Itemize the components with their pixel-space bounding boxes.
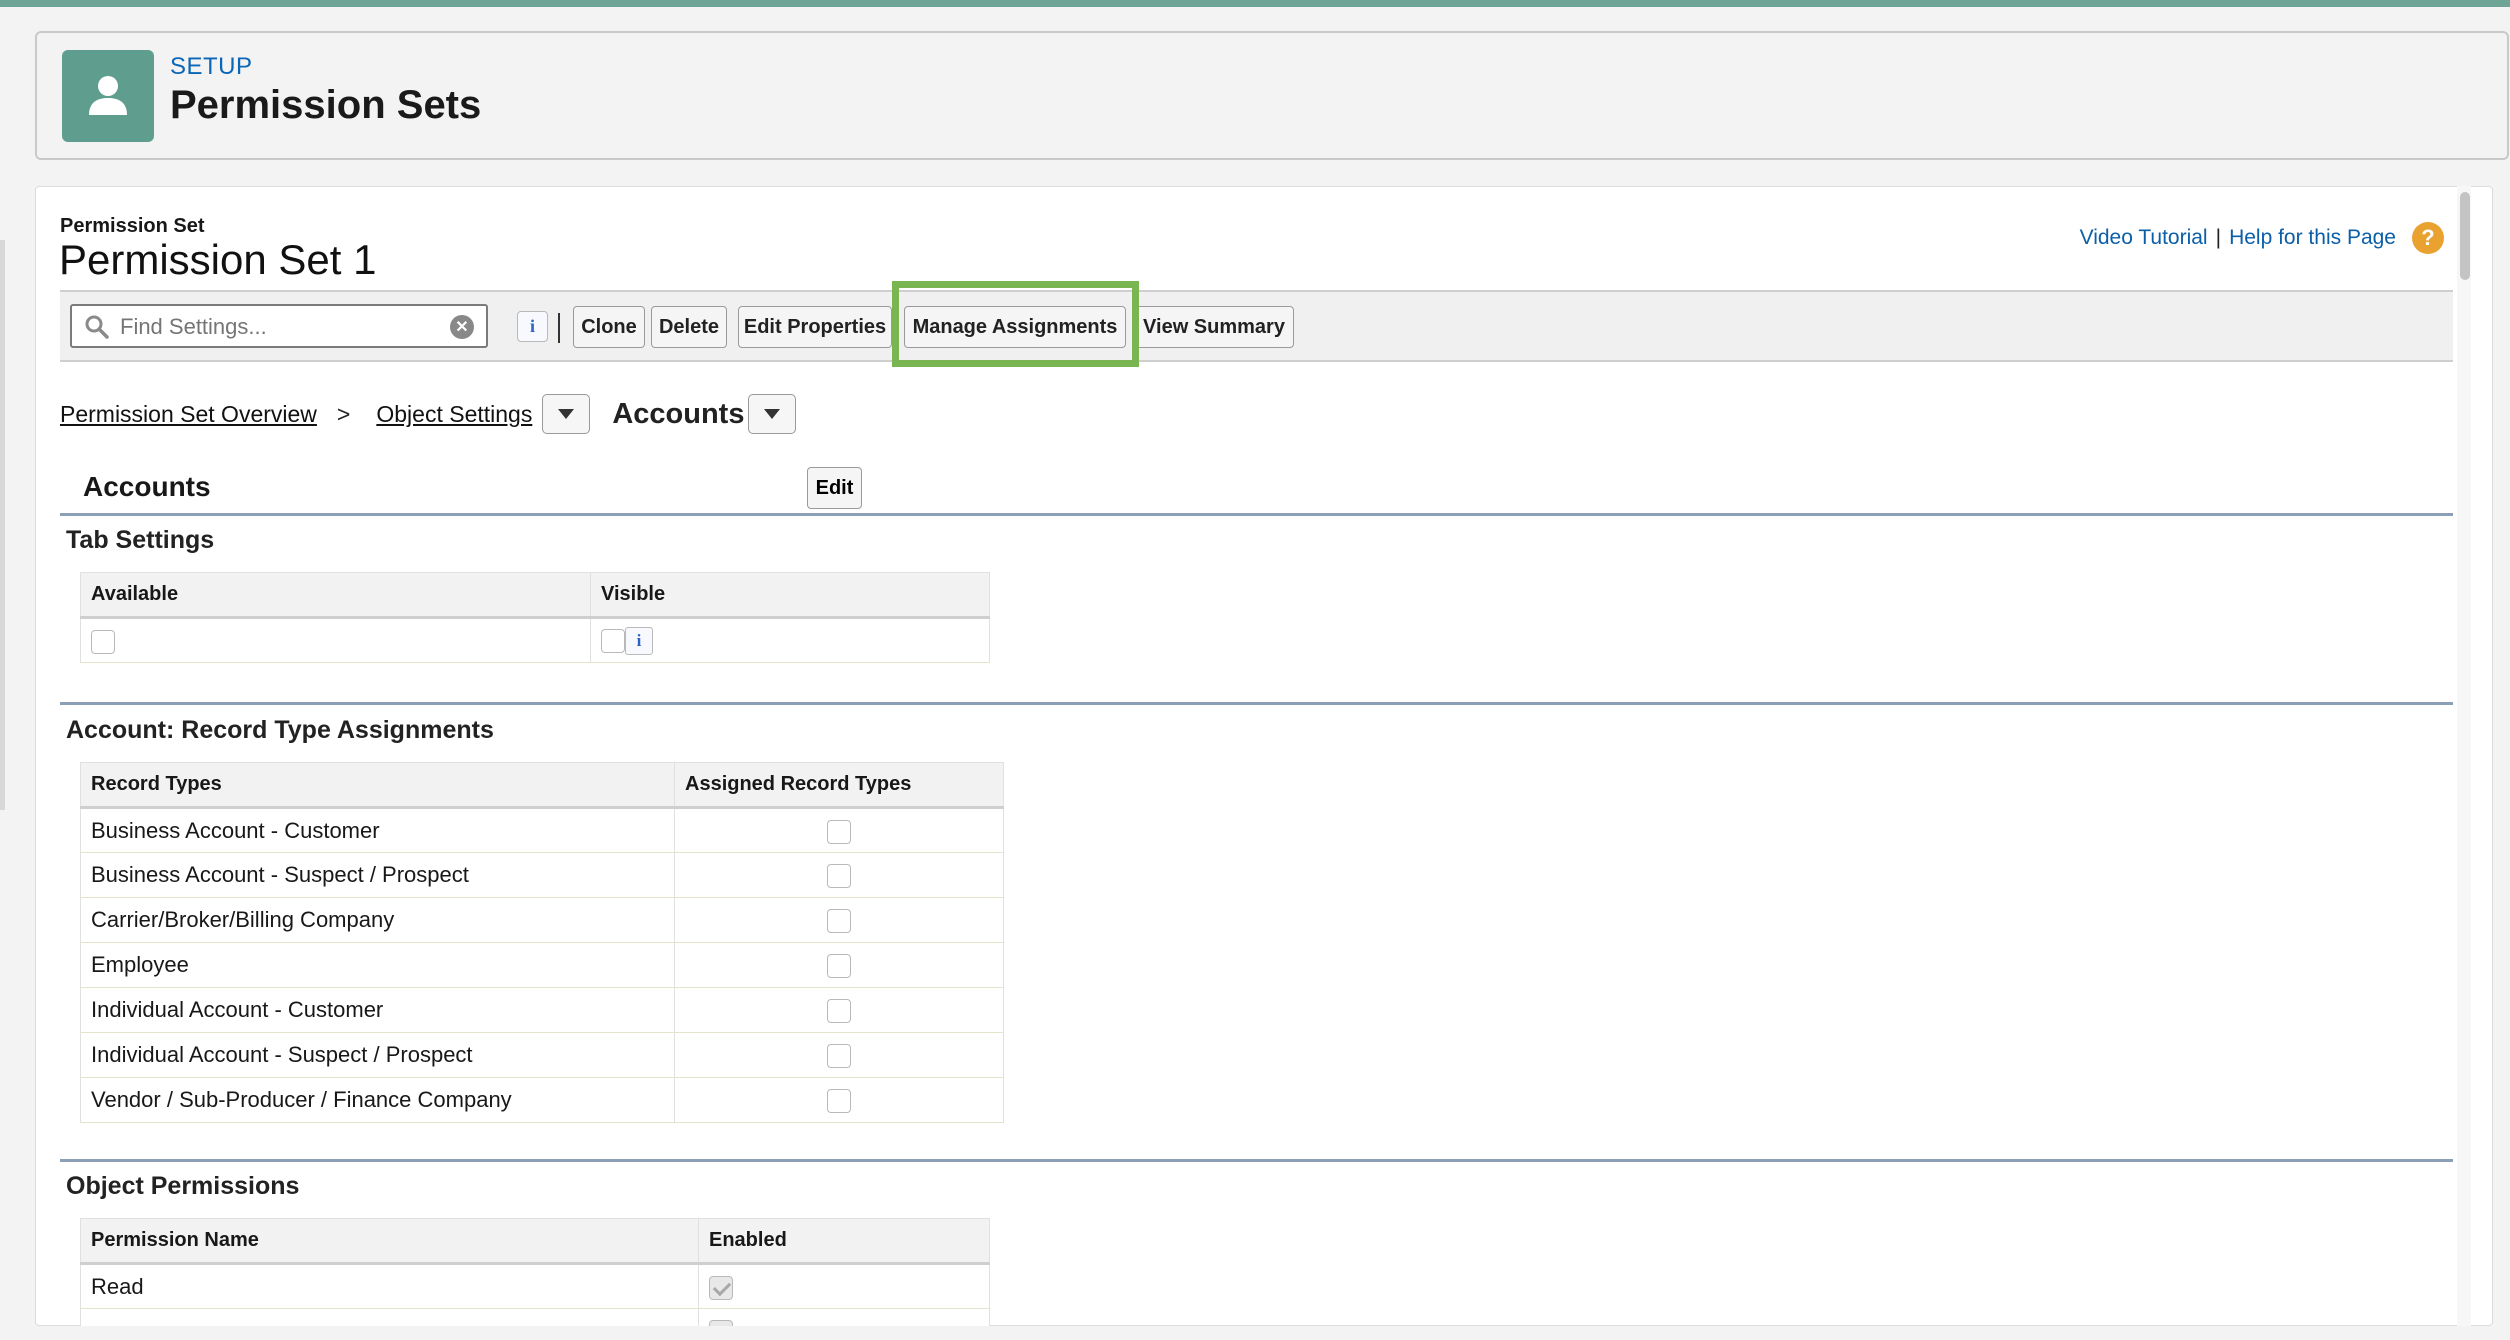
object-permissions-table: Permission Name Enabled Read — [80, 1218, 990, 1340]
table-row: Business Account - Customer — [80, 807, 1004, 853]
help-links: Video Tutorial | Help for this Page ? — [2080, 222, 2444, 254]
breadcrumb-current: Accounts — [612, 397, 745, 430]
chevron-down-icon — [558, 409, 575, 419]
column-header: Permission Name — [80, 1218, 699, 1265]
record-type-name: Employee — [80, 942, 675, 988]
record-type-name: Carrier/Broker/Billing Company — [80, 897, 675, 943]
delete-button[interactable]: Delete — [651, 306, 727, 348]
clear-search-icon[interactable]: ✕ — [450, 315, 474, 339]
table-row: Vendor / Sub-Producer / Finance Company — [80, 1077, 1004, 1123]
record-types-heading: Account: Record Type Assignments — [66, 716, 494, 744]
permission-name: Read — [80, 1263, 699, 1309]
column-header: Visible — [590, 572, 990, 619]
column-header: Assigned Record Types — [674, 762, 1004, 809]
accounts-dropdown[interactable] — [748, 394, 797, 434]
top-accent-line — [0, 0, 2510, 7]
chevron-down-icon — [764, 409, 781, 419]
help-icon[interactable]: ? — [2412, 222, 2444, 254]
object-settings-dropdown[interactable] — [542, 394, 591, 434]
search-input[interactable] — [120, 312, 440, 342]
tab-settings-table: Available Visible i — [80, 572, 990, 663]
user-icon — [62, 50, 154, 142]
info-icon[interactable]: i — [625, 626, 653, 655]
clone-button[interactable]: Clone — [573, 306, 645, 348]
object-permissions-heading: Object Permissions — [66, 1172, 300, 1200]
column-header: Enabled — [698, 1218, 990, 1265]
record-title: Permission Set 1 — [59, 236, 377, 283]
assigned-checkbox[interactable] — [827, 1089, 851, 1114]
visible-checkbox[interactable] — [601, 628, 625, 653]
table-row: Employee — [80, 942, 1004, 988]
left-edge — [0, 240, 5, 810]
setup-label: SETUP — [170, 53, 253, 80]
record-types-table: Record Types Assigned Record Types Busin… — [80, 762, 1004, 1123]
section-divider — [60, 702, 2453, 705]
setup-header: SETUP Permission Sets — [35, 31, 2509, 160]
table-row: Individual Account - Suspect / Prospect — [80, 1032, 1004, 1078]
link-separator: | — [2215, 226, 2222, 249]
video-tutorial-link[interactable]: Video Tutorial — [2080, 226, 2208, 250]
edit-properties-button[interactable]: Edit Properties — [738, 306, 892, 348]
table-row: Business Account - Suspect / Prospect — [80, 852, 1004, 898]
info-icon[interactable]: i — [517, 311, 548, 342]
breadcrumb-overview-link[interactable]: Permission Set Overview — [60, 401, 317, 428]
record-kind: Permission Set — [60, 215, 205, 237]
search-icon — [84, 314, 110, 345]
available-checkbox[interactable] — [91, 629, 115, 654]
object-name-heading: Accounts — [83, 471, 211, 502]
breadcrumb-separator: > — [336, 400, 351, 427]
record-type-name: Business Account - Suspect / Prospect — [80, 852, 675, 898]
record-type-name: Individual Account - Customer — [80, 987, 675, 1033]
assigned-checkbox[interactable] — [827, 954, 851, 979]
assigned-checkbox[interactable] — [827, 999, 851, 1024]
view-summary-button[interactable]: View Summary — [1134, 306, 1294, 348]
help-for-page-link[interactable]: Help for this Page — [2229, 226, 2396, 250]
table-row: Carrier/Broker/Billing Company — [80, 897, 1004, 943]
page-title: Permission Sets — [170, 83, 482, 127]
section-divider — [60, 1159, 2453, 1162]
find-settings-search[interactable]: ✕ — [70, 304, 488, 348]
edit-button[interactable]: Edit — [807, 467, 862, 509]
toolbar-separator — [558, 313, 560, 343]
table-row: Individual Account - Customer — [80, 987, 1004, 1033]
scrollbar[interactable] — [2457, 186, 2471, 1326]
breadcrumb-object-settings-link[interactable]: Object Settings — [376, 401, 532, 428]
section-divider — [60, 513, 2453, 516]
breadcrumb: Permission Set Overview > Object Setting… — [60, 394, 797, 434]
column-header: Record Types — [80, 762, 675, 809]
assigned-checkbox[interactable] — [827, 1044, 851, 1069]
scrollbar-thumb[interactable] — [2460, 192, 2470, 280]
bottom-strip — [0, 1326, 2510, 1340]
enabled-checkbox — [709, 1275, 733, 1300]
table-row: Read — [80, 1263, 990, 1309]
record-type-name: Vendor / Sub-Producer / Finance Company — [80, 1077, 675, 1123]
assigned-checkbox[interactable] — [827, 864, 851, 889]
record-type-name: Business Account - Customer — [80, 807, 675, 853]
assigned-checkbox[interactable] — [827, 819, 851, 844]
column-header: Available — [80, 572, 591, 619]
highlight-frame — [892, 281, 1139, 367]
tab-settings-heading: Tab Settings — [66, 526, 215, 554]
record-type-name: Individual Account - Suspect / Prospect — [80, 1032, 675, 1078]
assigned-checkbox[interactable] — [827, 909, 851, 934]
